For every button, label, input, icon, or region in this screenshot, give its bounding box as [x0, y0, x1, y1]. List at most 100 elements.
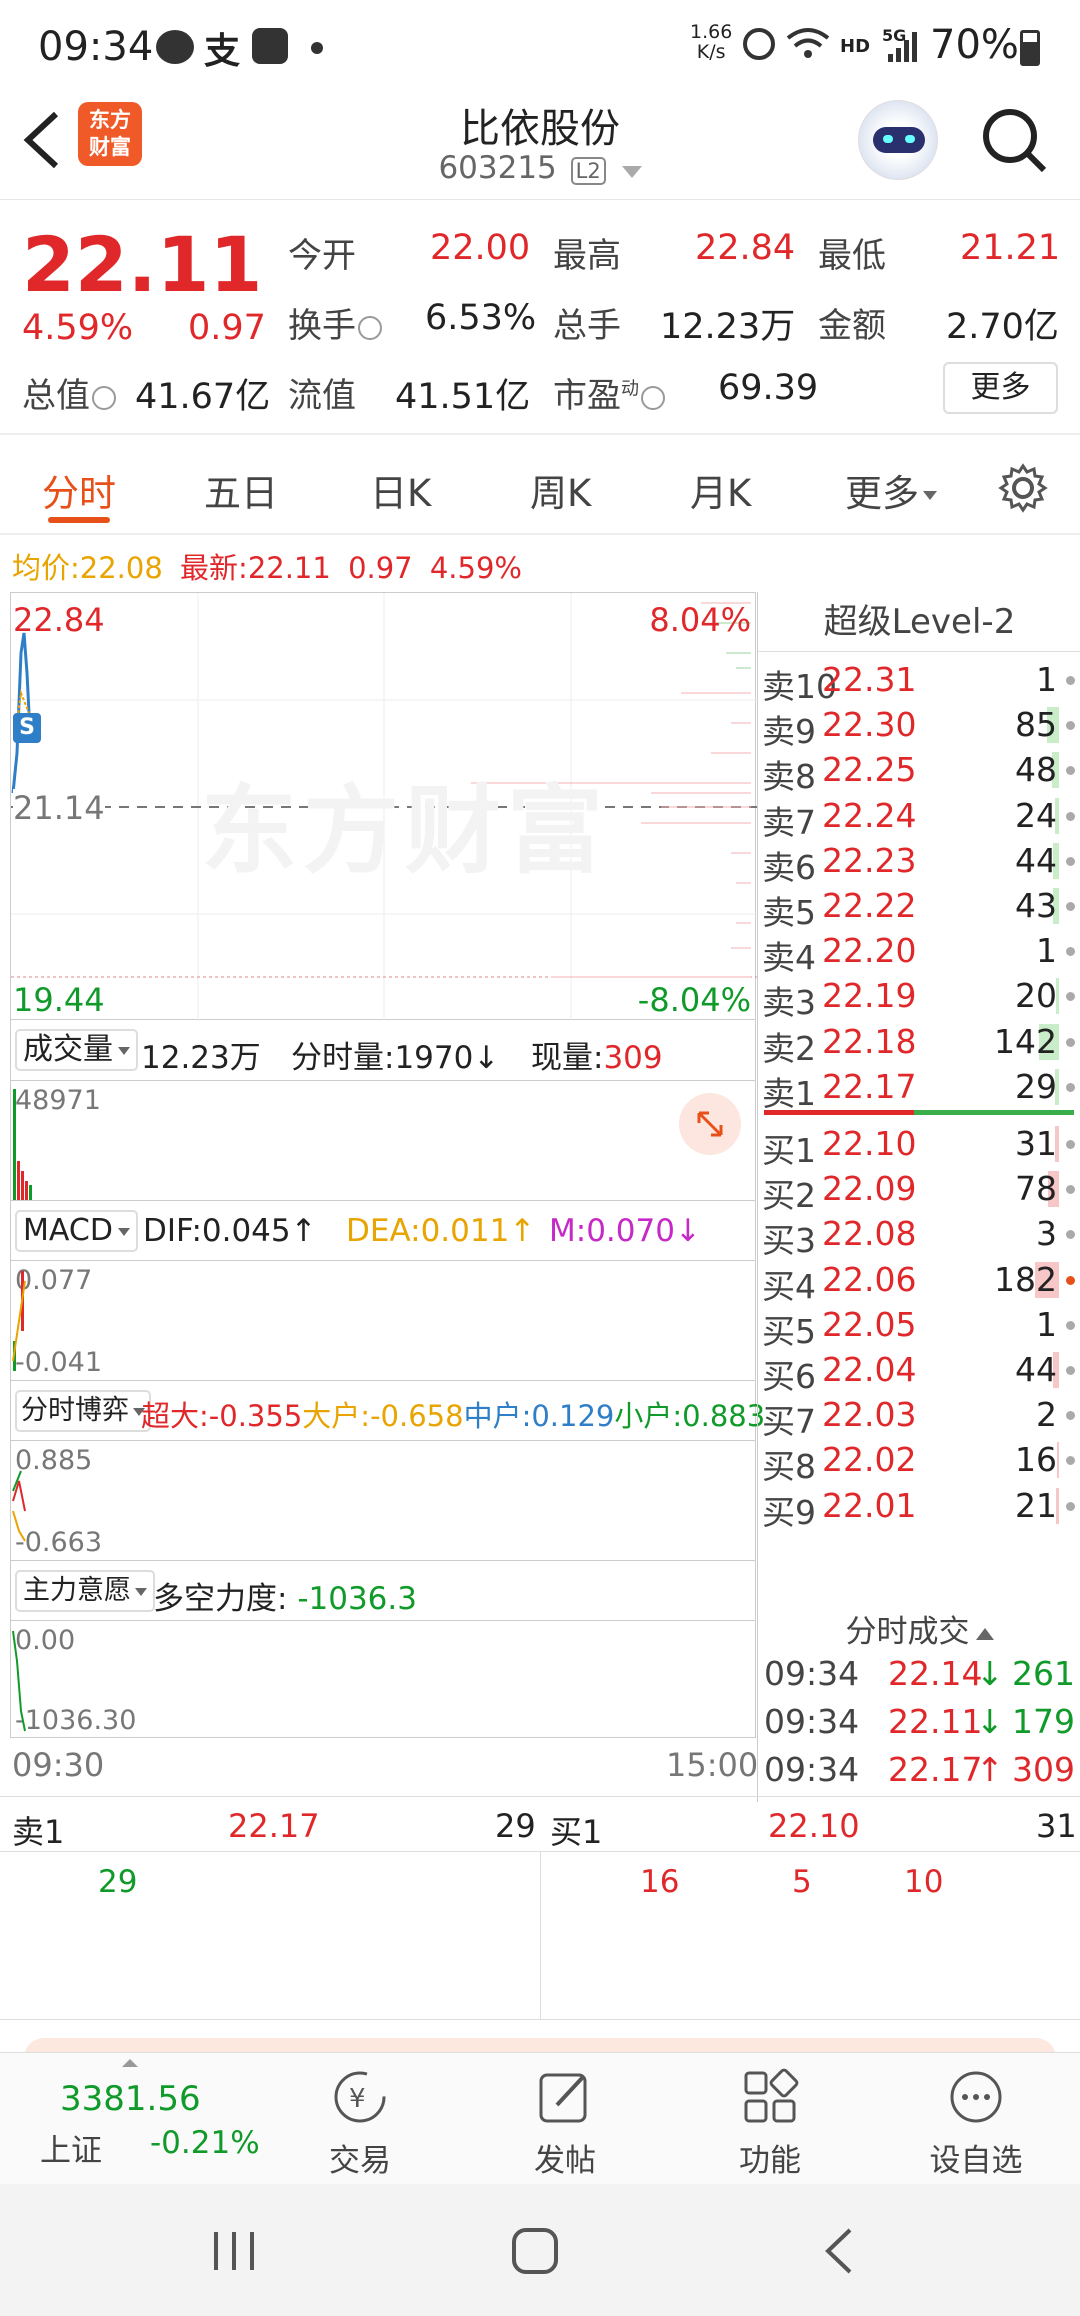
volume-indicator-selector[interactable]: 成交量: [15, 1029, 138, 1071]
info-icon[interactable]: [358, 315, 382, 340]
sell-level-price: 22.23: [822, 840, 917, 880]
more-circle-icon: [950, 2071, 1002, 2123]
arrow-down-icon: ↓: [976, 1654, 1004, 1693]
volume-chart[interactable]: 48971: [10, 1080, 756, 1201]
trade-time: 09:34: [764, 1702, 860, 1741]
buy-order-row[interactable]: 买6 22.04 44: [758, 1348, 1080, 1396]
buy-order-row[interactable]: 买4 22.06 182: [758, 1258, 1080, 1306]
edit-icon: [539, 2073, 587, 2123]
buy-order-row[interactable]: 买3 22.08 3: [758, 1212, 1080, 1260]
buy-level-label: 买5: [762, 1311, 816, 1351]
buy-level-price: 22.01: [822, 1485, 917, 1525]
dot-icon: [311, 42, 323, 54]
tab-underline: [48, 517, 110, 523]
info-icon[interactable]: [641, 385, 665, 410]
game-chart[interactable]: 0.885 -0.663: [10, 1440, 756, 1560]
buy-order-row[interactable]: 买5 22.05 1: [758, 1303, 1080, 1351]
sell-order-row[interactable]: 卖7 22.24 24: [758, 794, 1080, 842]
buy-order-row[interactable]: 买1 22.10 31: [758, 1122, 1080, 1170]
status-time: 09:34: [38, 24, 154, 70]
sell-order-row[interactable]: 卖10 22.31 1: [758, 658, 1080, 706]
info-icon[interactable]: [92, 385, 116, 410]
gear-icon[interactable]: [998, 463, 1048, 513]
macd-selector[interactable]: MACD: [15, 1210, 138, 1252]
queue-buy-order: 10: [904, 1864, 944, 1900]
sell-order-row[interactable]: 卖5 22.22 43: [758, 884, 1080, 932]
game-selector[interactable]: 分时博弈: [15, 1390, 151, 1432]
tab-intraday[interactable]: 分时: [42, 463, 116, 517]
buy-order-row[interactable]: 买8 22.02 16: [758, 1438, 1080, 1486]
arrow-down-icon: ↓: [976, 1702, 1004, 1741]
buy-level-qty: 31: [1015, 1124, 1057, 1163]
macd-chart[interactable]: 0.077 -0.041: [10, 1260, 756, 1380]
sell-level-qty: 43: [1015, 886, 1057, 925]
current-price: 22.11: [22, 220, 263, 309]
trade-qty: 261: [1012, 1654, 1075, 1693]
macd-header: MACD DIF:0.045↑ DEA:0.011↑ M:0.070↓: [10, 1200, 756, 1260]
buy-strength-bar: [914, 1110, 1074, 1115]
sell-order-row[interactable]: 卖3 22.19 20: [758, 974, 1080, 1022]
level2-title[interactable]: 超级Level-2: [758, 592, 1080, 652]
trade-ticks[interactable]: 分时成交 09:34 22.14 ↓ 261 09:34 22.11 ↓ 179 09:34 22…: [757, 1602, 1080, 1802]
sell-strength-bar: [764, 1110, 914, 1115]
recent-apps-icon[interactable]: [210, 2228, 260, 2274]
sell-level-price: 22.22: [822, 886, 917, 925]
trades-title[interactable]: 分时成交: [758, 1606, 1080, 1651]
macd-m: M:0.070↓: [549, 1213, 701, 1249]
buy-level-price: 22.02: [822, 1440, 917, 1480]
tab-daily-k[interactable]: 日K: [370, 463, 431, 517]
intraday-price-chart[interactable]: 东方财富 22.84 8.04% 21.14 19.44 -8.04% S: [10, 592, 757, 1021]
back-arrow-icon[interactable]: [20, 110, 64, 170]
change-percent: 4.59%: [22, 308, 134, 348]
more-quote-button[interactable]: 更多: [943, 362, 1058, 414]
buy-level-qty: 44: [1015, 1350, 1057, 1389]
nav-post[interactable]: 发帖: [505, 2067, 625, 2180]
sell-level-label: 卖2: [762, 1028, 816, 1068]
queue-buy-order: 16: [640, 1864, 680, 1900]
s-badge[interactable]: S: [13, 713, 41, 743]
home-icon[interactable]: [510, 2226, 560, 2276]
tab-more[interactable]: 更多: [845, 463, 937, 517]
sell-order-row[interactable]: 卖2 22.18 142: [758, 1020, 1080, 1068]
trade-qty: 179: [1012, 1702, 1075, 1741]
alarm-icon: [743, 28, 775, 60]
open-label: 今开: [288, 236, 356, 276]
sell-level-price: 22.25: [822, 750, 917, 790]
trade-time: 09:34: [764, 1750, 860, 1789]
intent-selector[interactable]: 主力意愿: [15, 1570, 155, 1612]
index-ticker[interactable]: 3381.56 上证 -0.21%: [0, 2053, 260, 2185]
expand-icon[interactable]: [679, 1093, 741, 1155]
buy-level-label: 买2: [762, 1176, 816, 1216]
buy-order-row[interactable]: 买7 22.03 2: [758, 1393, 1080, 1441]
sell-order-row[interactable]: 卖1 22.17 29: [758, 1065, 1080, 1113]
dot-icon: [1066, 992, 1075, 1002]
sell-level-qty: 44: [1015, 840, 1057, 880]
queue-buy-price: 22.10: [768, 1807, 860, 1845]
quote-header: 22.11 4.59% 0.97 今开 22.00 最高 22.84 最低 21…: [0, 200, 1080, 435]
back-icon[interactable]: [820, 2226, 860, 2276]
trade-price: 22.14: [888, 1654, 983, 1693]
sell-order-row[interactable]: 卖8 22.25 48: [758, 748, 1080, 796]
robot-assistant-icon[interactable]: [858, 100, 938, 180]
svg-text:¥: ¥: [349, 2084, 366, 2114]
sell-order-row[interactable]: 卖4 22.20 1: [758, 929, 1080, 977]
buy-order-row[interactable]: 买2 22.09 78: [758, 1167, 1080, 1215]
dot-icon: [1066, 1366, 1075, 1375]
nav-functions[interactable]: 功能: [710, 2067, 830, 2180]
tab-monthly-k[interactable]: 月K: [690, 463, 751, 517]
sell-order-row[interactable]: 卖9 22.30 85: [758, 703, 1080, 751]
float-label: 流值: [288, 376, 356, 416]
stock-code-line[interactable]: 603215 L2: [340, 150, 740, 186]
nav-trade[interactable]: ¥ 交易: [300, 2067, 420, 2180]
intent-chart[interactable]: 0.00 -1036.30: [10, 1620, 756, 1738]
buy-order-row[interactable]: 买9 22.01 21: [758, 1484, 1080, 1532]
tab-five-day[interactable]: 五日: [204, 463, 278, 517]
sell-level-label: 卖5: [762, 893, 816, 932]
net-speed: 1.66 K/s: [690, 21, 733, 63]
order-book[interactable]: 超级Level-2 卖10 22.31 1 卖9 22.30 85 卖8 22.25 48 卖7 2…: [757, 592, 1080, 1602]
volume-total: 12.23万: [141, 1040, 261, 1076]
sell-order-row[interactable]: 卖6 22.23 44: [758, 839, 1080, 887]
tab-weekly-k[interactable]: 周K: [530, 463, 591, 517]
nav-add-watchlist[interactable]: 设自选: [916, 2067, 1036, 2180]
search-icon[interactable]: [980, 106, 1050, 176]
